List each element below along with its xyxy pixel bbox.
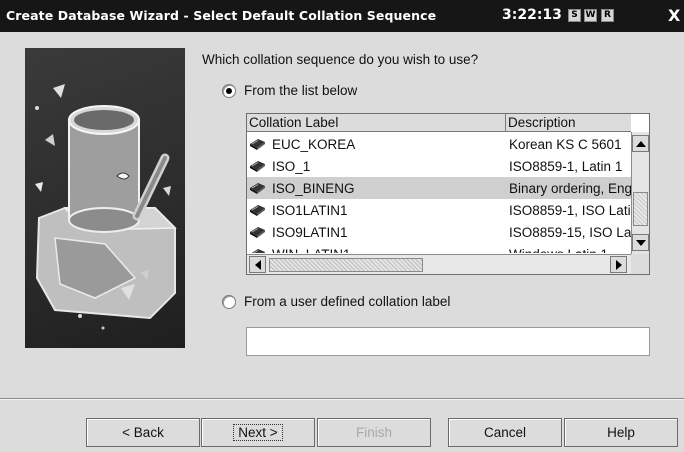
close-button[interactable]: X	[668, 6, 680, 25]
title-s-button[interactable]: S	[568, 9, 581, 22]
help-button[interactable]: Help	[564, 418, 678, 447]
user-collation-label-input[interactable]	[246, 327, 650, 356]
table-row[interactable]: ISO_BINENG Binary ordering, English	[247, 177, 631, 199]
horizontal-scroll-thumb[interactable]	[269, 258, 423, 272]
description-cell: Windows Latin 1	[506, 247, 631, 254]
wizard-window: Create Database Wizard - Select Default …	[0, 0, 684, 452]
collation-label-cell: EUC_KOREA	[247, 137, 506, 152]
collation-label-cell: WIN_LATIN1	[247, 247, 506, 254]
from-list-option[interactable]: From the list below	[222, 83, 357, 98]
title-r-button[interactable]: R	[601, 9, 614, 22]
collation-table[interactable]: Collation Label Description EUC_KOREA Kor…	[246, 113, 650, 275]
user-defined-label: From a user defined collation label	[244, 294, 451, 309]
back-button[interactable]: < Back	[86, 418, 200, 447]
description-cell: Binary ordering, English	[509, 180, 631, 196]
collation-label-text: ISO9LATIN1	[272, 224, 348, 240]
collation-label-cell: ISO1LATIN1	[247, 203, 506, 218]
database-cylinder-illustration	[35, 84, 177, 330]
horizontal-scrollbar[interactable]	[247, 254, 631, 274]
arrow-left-icon	[254, 259, 261, 270]
description-cell: ISO8859-1, Latin 1	[509, 158, 623, 174]
book-icon	[250, 205, 265, 216]
collation-label-text: WIN_LATIN1	[272, 247, 351, 254]
column-header-description[interactable]: Description	[506, 114, 631, 131]
from-list-label: From the list below	[244, 83, 358, 98]
table-row[interactable]: ISO_1 ISO8859-1, Latin 1	[247, 155, 631, 177]
table-row[interactable]: ISO9LATIN1 ISO8859-15, ISO Latin 9	[247, 221, 631, 243]
question-text: Which collation sequence do you wish to …	[202, 52, 479, 67]
book-icon	[250, 183, 265, 194]
arrow-up-icon	[635, 140, 646, 147]
cancel-button[interactable]: Cancel	[448, 418, 562, 447]
arrow-right-icon	[615, 259, 622, 270]
collation-label-text: ISO_BINENG	[272, 180, 355, 196]
user-defined-radio[interactable]	[222, 294, 236, 309]
title-bar[interactable]: Create Database Wizard - Select Default …	[0, 0, 684, 32]
table-body: EUC_KOREA Korean KS C 5601 ISO_1 ISO8859-1,…	[247, 133, 631, 253]
collation-label-text: EUC_KOREA	[272, 136, 356, 152]
table-row[interactable]: WIN_LATIN1 Windows Latin 1	[247, 243, 631, 253]
scroll-right-button[interactable]	[610, 256, 627, 273]
table-row[interactable]: ISO1LATIN1 ISO8859-1, ISO Latin 1	[247, 199, 631, 221]
description-cell: ISO8859-1, ISO Latin 1	[509, 202, 631, 218]
finish-button[interactable]: Finish	[317, 418, 431, 447]
wizard-illustration	[25, 48, 185, 348]
footer-divider	[0, 398, 684, 400]
arrow-down-icon	[635, 239, 646, 246]
description-cell: Korean KS C 5601	[509, 136, 622, 152]
back-button-label: < Back	[122, 425, 164, 440]
scroll-down-button[interactable]	[632, 234, 649, 251]
help-button-label: Help	[607, 425, 635, 440]
collation-label-cell: ISO_1	[247, 159, 506, 174]
title-w-button[interactable]: W	[584, 9, 597, 22]
scrollbar-corner	[631, 254, 649, 274]
vertical-scroll-thumb[interactable]	[633, 192, 648, 226]
collation-label-text: ISO1LATIN1	[272, 202, 348, 218]
collation-label-cell: ISO_BINENG	[247, 181, 506, 196]
scroll-up-button[interactable]	[632, 135, 649, 152]
collation-label-cell: ISO9LATIN1	[247, 225, 506, 240]
column-header-collation-label[interactable]: Collation Label	[247, 114, 506, 131]
book-icon	[250, 139, 265, 150]
next-button[interactable]: Next >	[201, 418, 315, 447]
finish-button-label: Finish	[355, 425, 392, 440]
user-defined-option[interactable]: From a user defined collation label	[222, 294, 450, 309]
scroll-left-button[interactable]	[249, 256, 266, 273]
from-list-radio[interactable]	[222, 83, 236, 98]
description-cell: ISO8859-15, ISO Latin 9	[509, 224, 631, 240]
window-title: Create Database Wizard - Select Default …	[6, 8, 437, 23]
vertical-scrollbar[interactable]	[631, 132, 649, 254]
cancel-button-label: Cancel	[483, 425, 527, 440]
book-icon	[250, 161, 265, 172]
table-header: Collation Label Description	[247, 114, 631, 132]
book-icon	[250, 227, 265, 238]
clock: 3:22:13	[502, 7, 562, 23]
table-row[interactable]: EUC_KOREA Korean KS C 5601	[247, 133, 631, 155]
collation-label-text: ISO_1	[272, 158, 311, 174]
book-icon	[251, 249, 265, 253]
next-button-label: Next >	[233, 424, 283, 441]
